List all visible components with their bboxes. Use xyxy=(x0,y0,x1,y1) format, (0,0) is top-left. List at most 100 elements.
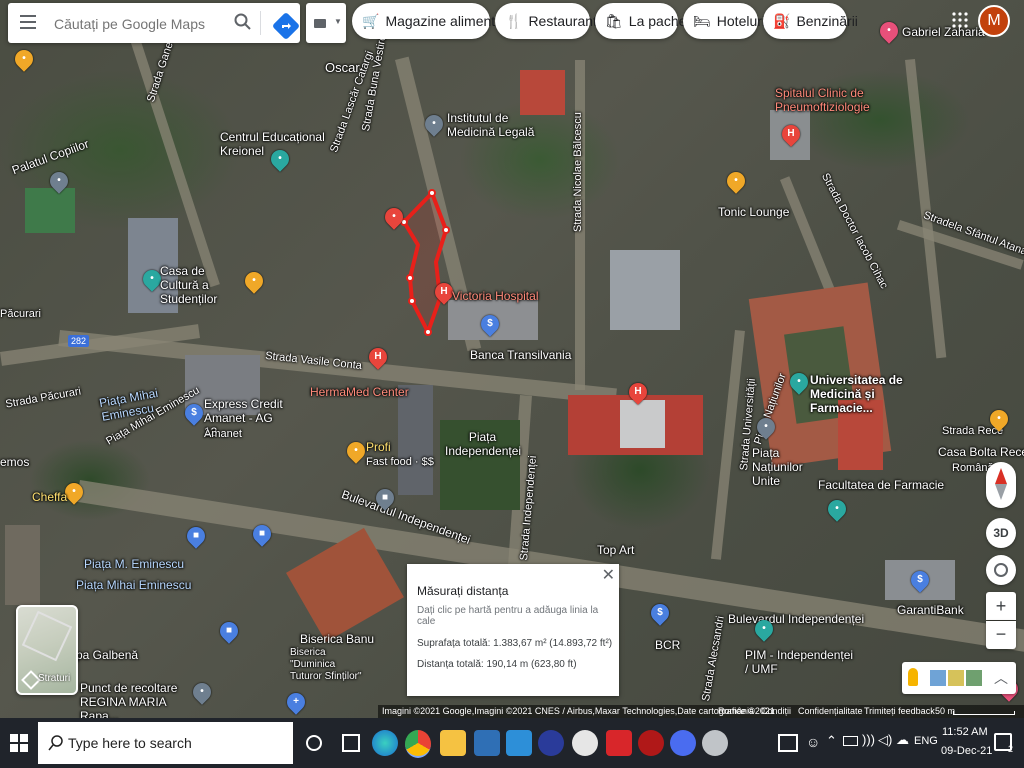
poi-banca-label[interactable]: Banca Transilvania xyxy=(470,348,571,362)
poi-facultatea-label[interactable]: Facultatea de Farmacie xyxy=(818,478,944,492)
app-icon-4[interactable] xyxy=(638,730,664,756)
edge-icon[interactable] xyxy=(372,730,398,756)
chevron-up-tray-icon[interactable]: ⌃ xyxy=(826,733,837,749)
poi-bcr-label[interactable]: BCR xyxy=(655,638,680,652)
poi-casa-bolta-pin[interactable]: • xyxy=(986,406,1012,432)
app-icon-2[interactable] xyxy=(572,730,598,756)
poi-garanti-label[interactable]: GarantiBank xyxy=(897,603,964,617)
poi-yellow-pin-top[interactable]: • xyxy=(11,46,37,72)
account-avatar[interactable]: M xyxy=(978,5,1010,37)
app-icon-5[interactable] xyxy=(670,730,696,756)
poi-hermamed-pin[interactable]: H xyxy=(365,344,391,370)
apps-grid-icon[interactable] xyxy=(952,12,968,28)
poi-pim-pin[interactable]: • xyxy=(751,616,777,642)
poi-hermamed-label[interactable]: HermaMed Center xyxy=(310,385,409,399)
poi-punct-label[interactable]: Punct de recoltare REGINA MARIA Rapa... xyxy=(80,681,198,718)
cortana-icon[interactable] xyxy=(306,735,322,751)
attribution-country[interactable]: România xyxy=(718,706,754,716)
poi-gabriel-label[interactable]: Gabriel Zaharia xyxy=(902,25,985,39)
poi-tonic-label[interactable]: Tonic Lounge xyxy=(718,205,789,219)
imagery-thumb-1[interactable] xyxy=(930,670,946,686)
poi-profi-pin[interactable]: • xyxy=(343,438,369,464)
poi-piata-indep[interactable]: Piața Independenței xyxy=(445,430,521,458)
store-icon[interactable] xyxy=(506,730,532,756)
attribution-privacy[interactable]: Confidențialitate xyxy=(798,706,863,716)
people-icon[interactable]: ☺ xyxy=(806,734,820,750)
pegman-icon[interactable] xyxy=(908,668,918,686)
chip-gas[interactable]: ⛽ Benzinării xyxy=(763,3,858,39)
poi-umf-label[interactable]: Universitatea de Medicină și Farmacie... xyxy=(810,373,920,415)
app-icon-6[interactable] xyxy=(702,730,728,756)
search-box[interactable] xyxy=(8,3,300,43)
zoom-out-button[interactable]: − xyxy=(986,621,1016,649)
onedrive-icon[interactable]: ☁ xyxy=(896,732,909,748)
poi-bus-pin-4[interactable]: ■ xyxy=(216,618,242,644)
poi-bus-pin-2[interactable]: ■ xyxy=(183,523,209,549)
poi-institut-label[interactable]: Institutul de Medicină Legală xyxy=(447,111,537,139)
poi-bus-pin-1[interactable]: ■ xyxy=(372,485,398,511)
news-widget-icon[interactable] xyxy=(778,734,798,752)
imagery-thumb-3[interactable] xyxy=(966,670,982,686)
poi-institut-pin[interactable]: • xyxy=(421,111,447,137)
poi-piata-eminescu-3[interactable]: Piața Mihai Eminescu xyxy=(76,578,191,592)
close-icon[interactable]: ✕ xyxy=(602,565,615,585)
poi-facultatea-pin[interactable]: • xyxy=(824,496,850,522)
search-input[interactable] xyxy=(52,12,226,36)
chevron-up-icon[interactable]: ︿ xyxy=(994,668,1008,688)
poi-tonic-pin[interactable]: • xyxy=(723,168,749,194)
file-explorer-icon[interactable] xyxy=(440,730,466,756)
poi-red-pin-small[interactable]: • xyxy=(381,204,407,230)
poi-express-pin[interactable]: $ xyxy=(181,400,207,426)
clock-date[interactable]: 09-Dec-21 xyxy=(941,745,992,757)
layers-button[interactable]: Straturi xyxy=(16,605,78,695)
chip-grocery[interactable]: 🛒 Magazine alimentare xyxy=(352,3,515,39)
poi-garanti-pin[interactable]: $ xyxy=(907,567,933,593)
menu-icon[interactable] xyxy=(20,15,36,29)
toggle-3d-button[interactable]: 3D xyxy=(986,518,1016,548)
poi-casa-bolta-label[interactable]: Casa Bolta Rece xyxy=(938,445,1024,459)
calculator-icon[interactable] xyxy=(474,730,500,756)
poi-centru-label[interactable]: Centrul Educațional Kreionel xyxy=(220,130,330,158)
language-indicator[interactable]: ENG xyxy=(914,735,938,747)
clock-time[interactable]: 11:52 AM xyxy=(942,726,988,738)
poi-piata-natiunilor-pin[interactable]: • xyxy=(753,414,779,440)
my-location-button[interactable] xyxy=(986,555,1016,585)
poi-palatul-pin[interactable]: • xyxy=(46,168,72,194)
poi-red-h-center[interactable]: H xyxy=(625,379,651,405)
app-icon-3[interactable] xyxy=(606,730,632,756)
chip-hotels[interactable]: 🛏 Hoteluri xyxy=(683,3,765,39)
poi-top-art[interactable]: Top Art xyxy=(597,543,634,557)
poi-yellow-pin-1[interactable]: • xyxy=(241,268,267,294)
compass-control[interactable] xyxy=(986,462,1016,508)
poi-biserica-pin[interactable]: + xyxy=(283,689,309,715)
collapse-panel-button[interactable]: ▼ xyxy=(306,3,346,43)
chip-takeout[interactable]: 🛍 La pachet xyxy=(595,3,690,39)
windows-start-button[interactable] xyxy=(10,734,28,752)
scale-label[interactable]: 50 m xyxy=(935,706,955,716)
poi-spital-pin[interactable]: H xyxy=(778,121,804,147)
poi-cheffa-label[interactable]: Cheffa xyxy=(32,490,67,504)
directions-button[interactable] xyxy=(270,10,302,42)
poi-casa-cultura-label[interactable]: Casa de Cultură a Studenților xyxy=(160,264,240,306)
imagery-thumb-2[interactable] xyxy=(948,670,964,686)
poi-profi-label[interactable]: Profi xyxy=(366,440,391,454)
imagery-strip[interactable]: ︿ xyxy=(902,662,1016,694)
attribution-terms[interactable]: Condiții xyxy=(761,706,791,716)
zoom-in-button[interactable]: + xyxy=(986,592,1016,620)
poi-banca-pin[interactable]: $ xyxy=(477,311,503,337)
chip-restaurants[interactable]: 🍴 Restaurante xyxy=(495,3,605,39)
chrome-icon[interactable] xyxy=(405,730,431,758)
poi-biserica-label[interactable]: Biserica Banu xyxy=(300,632,374,646)
task-view-icon[interactable] xyxy=(342,734,360,752)
taskbar-search[interactable]: Type here to search xyxy=(38,722,293,764)
attribution-feedback[interactable]: Trimiteți feedback xyxy=(864,706,935,716)
search-icon[interactable] xyxy=(234,13,252,31)
poi-pim-label[interactable]: PIM - Independenței / UMF xyxy=(745,648,855,676)
poi-umf-pin[interactable]: • xyxy=(786,369,812,395)
poi-bcr-pin[interactable]: $ xyxy=(647,600,673,626)
poi-victoria-label[interactable]: Victoria Hospital xyxy=(452,289,538,303)
poi-oscar[interactable]: Oscar xyxy=(325,60,360,75)
network-icon[interactable]: ))) xyxy=(862,732,875,747)
poi-piata-natiunilor-label[interactable]: Piața Națiunilor Unite xyxy=(752,446,812,488)
poi-spital-label[interactable]: Spitalul Clinic de Pneumoftiziologie xyxy=(775,86,875,114)
